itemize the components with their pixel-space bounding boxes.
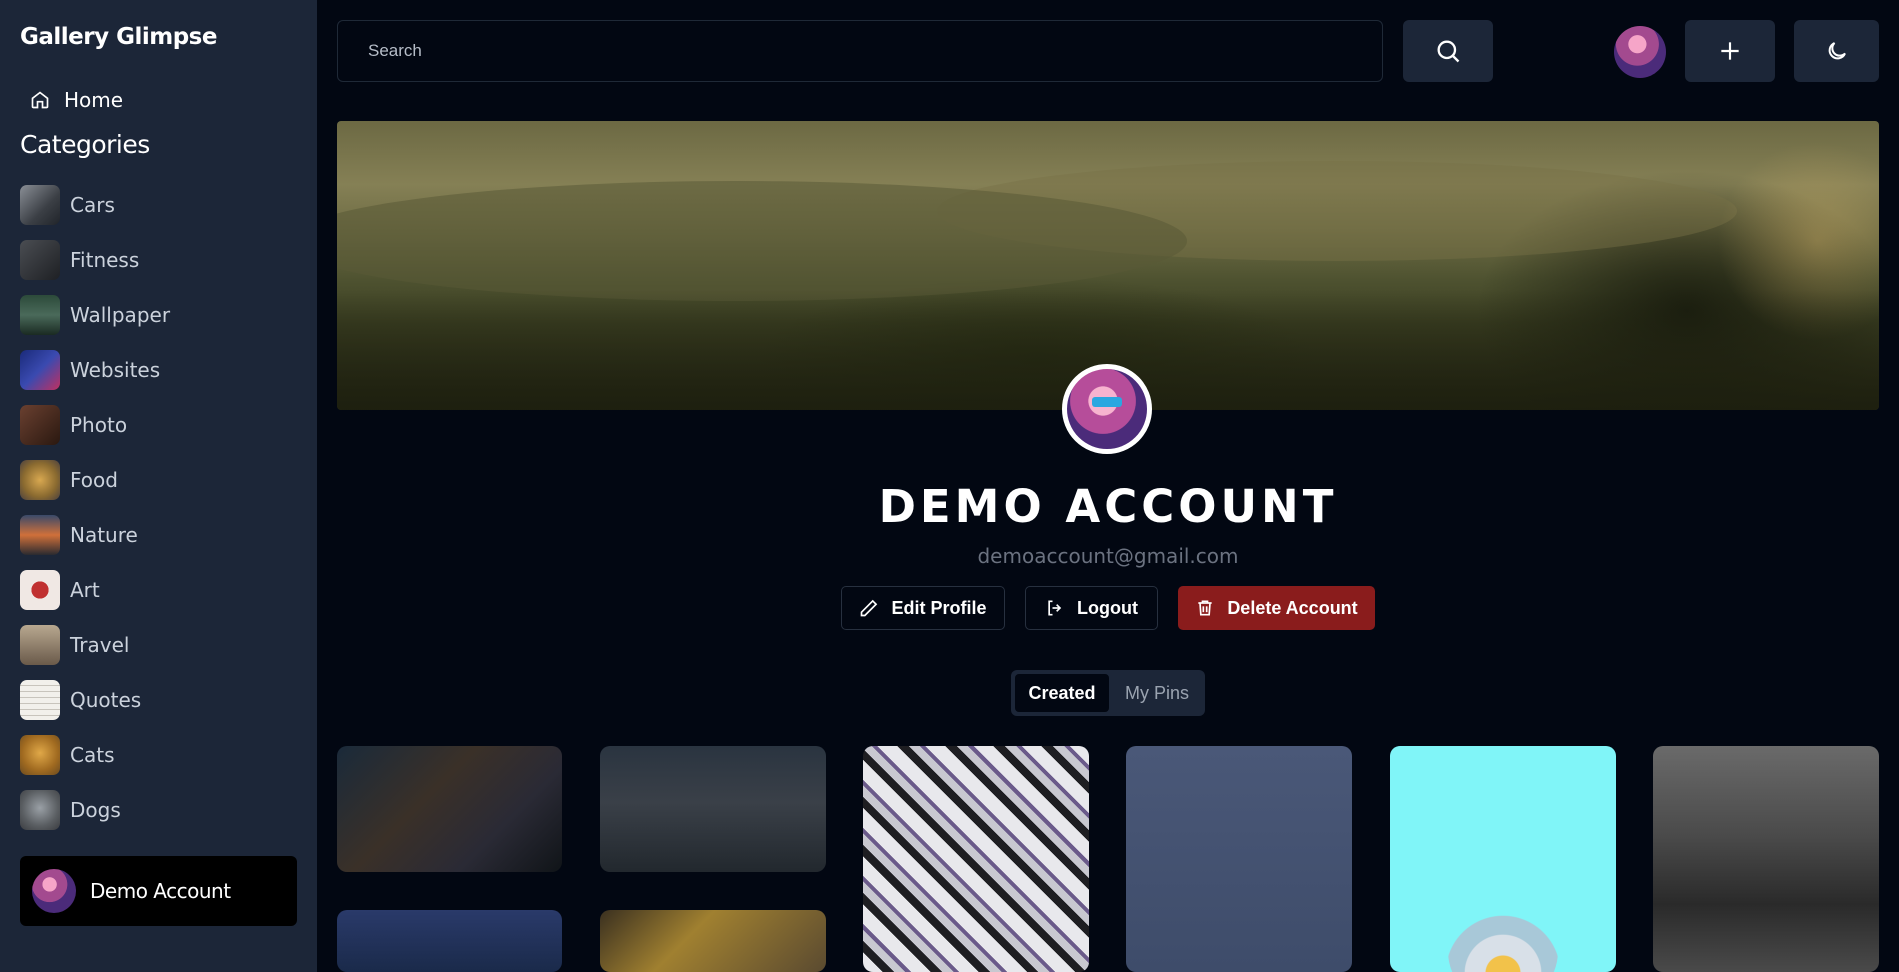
sidebar-item-food[interactable]: Food [20,452,300,507]
search-input[interactable] [337,20,1383,82]
sidebar-item-label: Quotes [70,687,142,712]
category-thumbnail [20,734,60,775]
user-avatar[interactable] [1614,26,1666,78]
category-thumbnail [20,184,60,225]
sidebar-item-quotes[interactable]: Quotes [20,672,300,727]
category-thumbnail [20,624,60,665]
moon-icon [1828,42,1846,60]
edit-profile-button[interactable]: Edit Profile [841,586,1005,630]
sidebar-item-label: Art [70,577,100,602]
logout-icon [1048,600,1062,616]
sidebar-item-dogs[interactable]: Dogs [20,782,300,837]
pin-card[interactable] [1653,746,1879,972]
profile-tabs: Created My Pins [1011,670,1205,716]
pin-card[interactable] [337,910,562,972]
sidebar-item-label: Food [70,467,118,492]
category-thumbnail [20,514,60,555]
category-thumbnail [20,569,60,610]
sidebar-item-label: Travel [70,632,130,657]
sidebar-item-wallpaper[interactable]: Wallpaper [20,287,300,342]
search-button[interactable] [1403,20,1493,82]
profile-avatar [1062,364,1152,454]
pin-card[interactable] [863,746,1089,972]
category-thumbnail [20,294,60,335]
sidebar-item-websites[interactable]: Websites [20,342,300,397]
search-icon [1437,40,1460,63]
profile-email: demoaccount@gmail.com [977,544,1239,568]
category-thumbnail [20,459,60,500]
category-thumbnail [20,239,60,280]
sidebar-account-card[interactable]: Demo Account [20,856,297,926]
delete-account-button[interactable]: Delete Account [1178,586,1375,630]
sidebar-item-travel[interactable]: Travel [20,617,300,672]
button-label: Edit Profile [891,597,987,618]
sidebar-item-label: Nature [70,522,138,547]
category-list: Cars Fitness Wallpaper Websites Photo Fo… [20,177,300,837]
category-thumbnail [20,679,60,720]
category-thumbnail [20,789,60,830]
sidebar-item-home[interactable]: Home [30,88,123,112]
pencil-icon [861,599,878,617]
sidebar-item-label: Dogs [70,797,121,822]
sidebar-item-label: Photo [70,412,128,437]
account-name: Demo Account [90,879,231,903]
button-label: Logout [1077,597,1138,618]
sidebar-item-label: Home [64,88,124,112]
pin-card[interactable] [337,746,562,872]
button-label: Delete Account [1227,597,1358,618]
profile-name: DEMO ACCOUNT [878,480,1338,533]
sidebar-item-photo[interactable]: Photo [20,397,300,452]
sidebar-item-label: Wallpaper [70,302,171,327]
tab-created[interactable]: Created [1015,674,1109,712]
logout-button[interactable]: Logout [1025,586,1158,630]
create-pin-button[interactable] [1685,20,1775,82]
sidebar-item-label: Cars [70,192,115,217]
sidebar-item-nature[interactable]: Nature [20,507,300,562]
sidebar-item-cats[interactable]: Cats [20,727,300,782]
pin-card[interactable] [1126,746,1352,972]
category-thumbnail [20,404,60,445]
category-thumbnail [20,349,60,390]
sidebar-item-cars[interactable]: Cars [20,177,300,232]
brand-logo[interactable]: Gallery Glimpse [20,24,217,50]
plus-icon [1721,42,1739,60]
avatar [32,869,76,913]
categories-heading: Categories [20,130,150,159]
pin-card[interactable] [600,746,826,872]
pin-card[interactable] [600,910,826,972]
sidebar-item-art[interactable]: Art [20,562,300,617]
trash-icon [1198,600,1212,616]
home-icon [31,91,49,109]
pin-card[interactable] [1390,746,1616,972]
sidebar-item-label: Websites [70,357,161,382]
sidebar-item-label: Cats [70,742,115,767]
tab-my-pins[interactable]: My Pins [1113,674,1201,712]
theme-toggle-button[interactable] [1794,20,1879,82]
sidebar: Gallery Glimpse Home Categories Cars Fit… [0,0,317,972]
sidebar-item-fitness[interactable]: Fitness [20,232,300,287]
sidebar-item-label: Fitness [70,247,140,272]
